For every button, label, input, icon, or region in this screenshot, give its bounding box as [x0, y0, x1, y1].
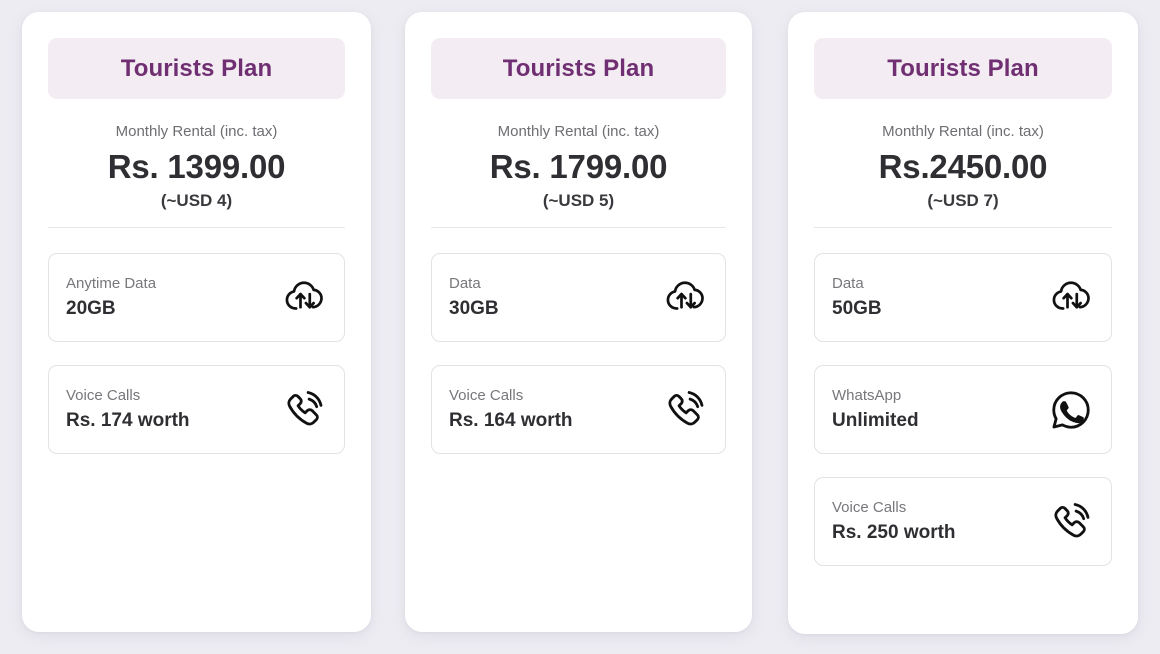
feature-value: Rs. 250 worth: [832, 522, 956, 544]
feature-text: Data 50GB: [832, 274, 882, 322]
price-usd-approx: (~USD 4): [160, 191, 233, 211]
feature-list: Anytime Data 20GB Voice Calls Rs. 174 wo…: [48, 253, 345, 477]
price-block: Monthly Rental (inc. tax) Rs. 1799.00 (~…: [431, 123, 726, 229]
rental-label: Monthly Rental (inc. tax): [115, 123, 278, 140]
feature-text: Anytime Data 20GB: [66, 274, 156, 322]
feature-item[interactable]: Voice Calls Rs. 250 worth: [814, 477, 1112, 567]
feature-value: Unlimited: [832, 410, 919, 432]
whatsapp-icon: [1048, 387, 1094, 433]
feature-text: Data 30GB: [449, 274, 499, 322]
feature-item[interactable]: Anytime Data 20GB: [48, 253, 345, 343]
price-amount: Rs. 1799.00: [489, 148, 668, 185]
plan-card[interactable]: Tourists Plan Monthly Rental (inc. tax) …: [788, 12, 1138, 634]
feature-value: Rs. 164 worth: [449, 410, 573, 432]
price-usd-approx: (~USD 7): [927, 191, 999, 211]
rental-label: Monthly Rental (inc. tax): [882, 123, 1044, 140]
plan-title-pill: Tourists Plan: [814, 38, 1112, 99]
feature-label: Voice Calls: [66, 387, 141, 405]
feature-value: 20GB: [66, 298, 116, 320]
feature-label: Data: [449, 275, 481, 293]
feature-item[interactable]: Voice Calls Rs. 174 worth: [48, 365, 345, 455]
phone-call-icon: [1048, 499, 1094, 545]
plan-title: Tourists Plan: [502, 54, 655, 82]
price-block: Monthly Rental (inc. tax) Rs.2450.00 (~U…: [814, 123, 1112, 229]
feature-text: Voice Calls Rs. 174 worth: [66, 386, 190, 434]
plan-card[interactable]: Tourists Plan Monthly Rental (inc. tax) …: [405, 12, 752, 632]
rental-label: Monthly Rental (inc. tax): [497, 123, 660, 140]
feature-value: Rs. 174 worth: [66, 410, 190, 432]
price-usd-approx: (~USD 5): [542, 191, 615, 211]
feature-label: Voice Calls: [832, 499, 907, 517]
feature-item[interactable]: Voice Calls Rs. 164 worth: [431, 365, 726, 455]
phone-call-icon: [662, 387, 708, 433]
phone-call-icon: [281, 387, 327, 433]
feature-item[interactable]: Data 30GB: [431, 253, 726, 343]
feature-label: WhatsApp: [832, 387, 902, 405]
feature-label: Voice Calls: [449, 387, 524, 405]
plan-title-pill: Tourists Plan: [431, 38, 726, 99]
feature-value: 30GB: [449, 298, 499, 320]
feature-list: Data 50GB WhatsApp Unlimited Voice Calls…: [814, 253, 1112, 589]
feature-text: WhatsApp Unlimited: [832, 386, 919, 434]
feature-label: Anytime Data: [66, 275, 157, 293]
plan-title: Tourists Plan: [887, 54, 1039, 82]
price-block: Monthly Rental (inc. tax) Rs. 1399.00 (~…: [48, 123, 345, 229]
plan-title: Tourists Plan: [120, 54, 273, 82]
price-amount: Rs.2450.00: [878, 148, 1048, 185]
feature-list: Data 30GB Voice Calls Rs. 164 worth: [431, 253, 726, 477]
feature-label: Data: [832, 275, 864, 293]
feature-value: 50GB: [832, 298, 882, 320]
plan-title-pill: Tourists Plan: [48, 38, 345, 99]
plan-card[interactable]: Tourists Plan Monthly Rental (inc. tax) …: [22, 12, 371, 632]
cloud-data-transfer-icon: [662, 275, 708, 321]
plans-row: Tourists Plan Monthly Rental (inc. tax) …: [0, 0, 1160, 634]
cloud-data-transfer-icon: [281, 275, 327, 321]
price-amount: Rs. 1399.00: [107, 148, 286, 185]
feature-item[interactable]: Data 50GB: [814, 253, 1112, 343]
cloud-data-transfer-icon: [1048, 275, 1094, 321]
feature-text: Voice Calls Rs. 164 worth: [449, 386, 573, 434]
feature-item[interactable]: WhatsApp Unlimited: [814, 365, 1112, 455]
feature-text: Voice Calls Rs. 250 worth: [832, 498, 956, 546]
